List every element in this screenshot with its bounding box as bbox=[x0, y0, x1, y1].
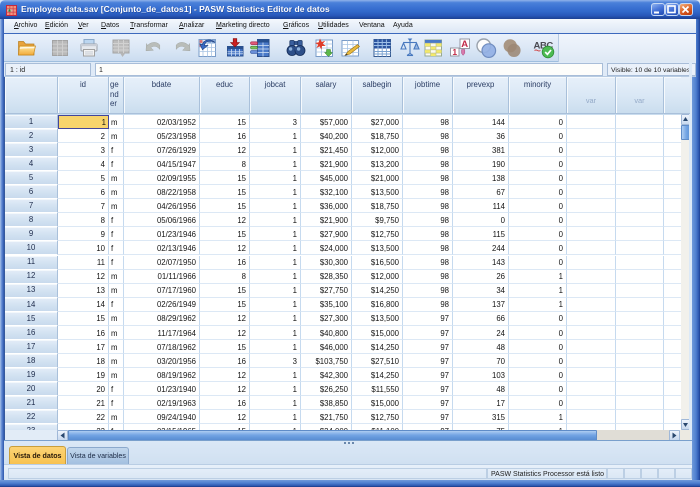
svg-text:1: 1 bbox=[452, 47, 457, 57]
svg-text:A: A bbox=[461, 39, 468, 50]
